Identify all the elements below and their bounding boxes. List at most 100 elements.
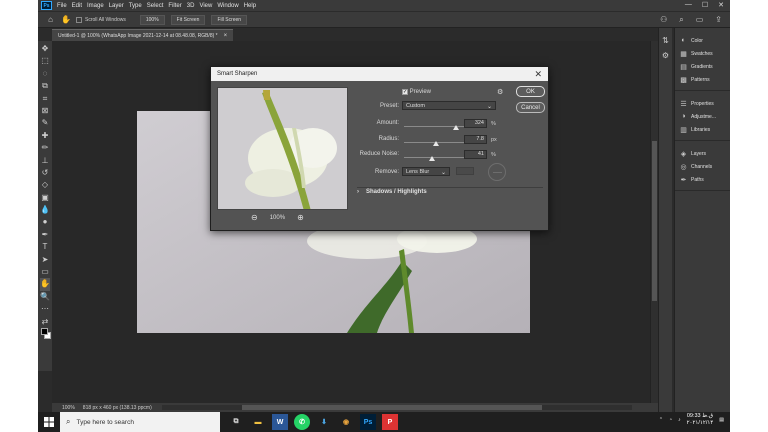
file-explorer-icon[interactable]: ▬ bbox=[250, 414, 266, 430]
document-tab[interactable]: Untitled-1 @ 100% (WhatsApp Image 2021-1… bbox=[52, 29, 234, 41]
menu-image[interactable]: Image bbox=[87, 3, 104, 9]
scroll-all-windows-checkbox[interactable] bbox=[76, 16, 82, 23]
history-brush-tool-icon[interactable]: ↺ bbox=[40, 167, 50, 179]
object-select-tool-icon[interactable]: ⧉ bbox=[40, 80, 50, 92]
taskbar-clock[interactable]: 09:33 ق.ظ ۲۰۲۱/۱۲/۱۴ bbox=[687, 413, 714, 427]
frame-tool-icon[interactable]: ⊠ bbox=[40, 105, 50, 117]
home-icon[interactable]: ⌂ bbox=[46, 15, 55, 24]
move-tool-icon[interactable]: ✥ bbox=[40, 43, 50, 55]
more-tools-icon[interactable]: ⋯ bbox=[40, 303, 50, 315]
zoom-in-icon[interactable]: ⊕ bbox=[297, 213, 304, 222]
dialog-close-icon[interactable]: ✕ bbox=[534, 69, 542, 79]
amount-slider-thumb[interactable] bbox=[453, 125, 459, 130]
reduce-noise-slider-thumb[interactable] bbox=[429, 156, 435, 161]
chrome-icon[interactable]: ◉ bbox=[338, 414, 354, 430]
vertical-scrollbar[interactable] bbox=[650, 41, 658, 403]
preset-dropdown[interactable]: Custom ⌄ bbox=[402, 101, 496, 110]
menu-view[interactable]: View bbox=[199, 3, 212, 9]
zoom-out-icon[interactable]: ⊖ bbox=[251, 213, 258, 222]
shadows-highlights-chevron-icon[interactable]: › bbox=[357, 189, 359, 195]
path-select-tool-icon[interactable]: ➤ bbox=[40, 254, 50, 266]
fill-screen-button[interactable]: Fill Screen bbox=[211, 14, 248, 25]
radius-slider-thumb[interactable] bbox=[433, 141, 439, 146]
menu-window[interactable]: Window bbox=[217, 3, 238, 9]
minimize-icon[interactable]: — bbox=[685, 1, 692, 9]
panel-channels[interactable]: ◎ Channels bbox=[675, 160, 730, 173]
start-button[interactable] bbox=[38, 412, 60, 432]
search-icon[interactable]: ⌕ bbox=[679, 15, 683, 25]
tray-chevron-icon[interactable]: ⌃ bbox=[659, 417, 663, 423]
cancel-button[interactable]: Cancel bbox=[516, 102, 545, 113]
notifications-icon[interactable]: ▤ bbox=[719, 417, 724, 423]
hand-tool-icon[interactable]: ✋ bbox=[61, 15, 71, 24]
brush-tool-icon[interactable]: ✏ bbox=[40, 142, 50, 154]
panel-gradients[interactable]: ▤ Gradients bbox=[675, 60, 730, 73]
panel-layers[interactable]: ◈ Layers bbox=[675, 147, 730, 160]
panel-paths[interactable]: ✒ Paths bbox=[675, 173, 730, 186]
lasso-tool-icon[interactable]: ◌ bbox=[40, 68, 50, 80]
radius-input[interactable]: 7.8 bbox=[464, 135, 487, 144]
whatsapp-icon[interactable]: ✆ bbox=[294, 414, 310, 430]
task-view-icon[interactable]: ⧉ bbox=[228, 414, 244, 430]
panel-patterns[interactable]: ▩ Patterns bbox=[675, 73, 730, 86]
close-tab-icon[interactable]: × bbox=[224, 33, 228, 39]
menu-select[interactable]: Select bbox=[147, 3, 164, 9]
status-zoom[interactable]: 100% bbox=[62, 405, 75, 411]
panel-libraries[interactable]: ▥ Libraries bbox=[675, 123, 730, 136]
menu-3d[interactable]: 3D bbox=[187, 3, 195, 9]
zoom-100-button[interactable]: 100% bbox=[139, 14, 165, 25]
pen-tool-icon[interactable]: ✒ bbox=[40, 229, 50, 241]
crop-tool-icon[interactable]: ⌗ bbox=[40, 93, 50, 105]
zoom-tool-icon[interactable]: 🔍 bbox=[40, 291, 50, 303]
eyedropper-tool-icon[interactable]: ✎ bbox=[40, 117, 50, 129]
panel-adjustments[interactable]: ◑ Adjustme... bbox=[675, 110, 730, 123]
marquee-tool-icon[interactable]: ⬚ bbox=[40, 55, 50, 67]
history-panel-icon[interactable]: ⇅ bbox=[662, 36, 669, 45]
photoshop-taskbar-icon[interactable]: Ps bbox=[360, 414, 376, 430]
clone-stamp-tool-icon[interactable]: ⊥ bbox=[40, 155, 50, 167]
workspace-icon[interactable]: ▭ bbox=[696, 15, 704, 25]
word-icon[interactable]: W bbox=[272, 414, 288, 430]
menu-file[interactable]: File bbox=[57, 3, 67, 9]
download-manager-icon[interactable]: ⬇ bbox=[316, 414, 332, 430]
panel-properties[interactable]: ☰ Properties bbox=[675, 97, 730, 110]
share-icon[interactable]: ⚇ bbox=[660, 15, 667, 25]
foreground-color-swatch[interactable] bbox=[41, 328, 48, 335]
menu-layer[interactable]: Layer bbox=[109, 3, 124, 9]
network-icon[interactable]: ◔ bbox=[669, 417, 672, 423]
amount-input[interactable]: 324 bbox=[464, 119, 487, 128]
volume-icon[interactable]: ♪ bbox=[678, 417, 681, 423]
menu-type[interactable]: Type bbox=[129, 3, 142, 9]
share-image-icon[interactable]: ⇪ bbox=[715, 15, 722, 25]
menu-edit[interactable]: Edit bbox=[72, 3, 82, 9]
horizontal-scroll-thumb[interactable] bbox=[242, 405, 542, 410]
filter-preview[interactable] bbox=[217, 87, 348, 210]
gradient-tool-icon[interactable]: ▣ bbox=[40, 192, 50, 204]
blur-tool-icon[interactable]: 💧 bbox=[40, 204, 50, 216]
healing-brush-tool-icon[interactable]: ✚ bbox=[40, 130, 50, 142]
vertical-scroll-thumb[interactable] bbox=[652, 141, 657, 301]
panel-color[interactable]: ◐ Color bbox=[675, 34, 730, 47]
menu-filter[interactable]: Filter bbox=[168, 3, 181, 9]
fit-screen-button[interactable]: Fit Screen bbox=[170, 14, 206, 25]
reduce-noise-input[interactable]: 41 bbox=[464, 150, 487, 159]
dodge-tool-icon[interactable]: ● bbox=[40, 216, 50, 228]
settings-gear-icon[interactable]: ⚙ bbox=[497, 88, 503, 96]
type-tool-icon[interactable]: T bbox=[40, 241, 50, 253]
maximize-icon[interactable]: ☐ bbox=[702, 1, 708, 9]
menu-help[interactable]: Help bbox=[244, 3, 256, 9]
eraser-tool-icon[interactable]: ◇ bbox=[40, 179, 50, 191]
ok-button[interactable]: OK bbox=[516, 86, 545, 97]
status-document-info[interactable]: 818 px x 460 px (138.13 ppcm) bbox=[83, 405, 152, 411]
hand-tool-icon[interactable]: ✋ bbox=[40, 278, 50, 291]
taskbar-search[interactable]: ⌕ Type here to search bbox=[60, 412, 220, 432]
pdf-app-icon[interactable]: P bbox=[382, 414, 398, 430]
rectangle-tool-icon[interactable]: ▭ bbox=[40, 266, 50, 278]
edit-toolbar-icon[interactable]: ⇄ bbox=[40, 316, 50, 328]
remove-dropdown[interactable]: Lens Blur ⌄ bbox=[402, 167, 450, 176]
brush-settings-icon[interactable]: ⚙ bbox=[662, 51, 669, 60]
horizontal-scrollbar[interactable] bbox=[162, 405, 632, 410]
close-icon[interactable]: ✕ bbox=[718, 1, 724, 9]
panel-swatches[interactable]: ▦ Swatches bbox=[675, 47, 730, 60]
shadows-highlights-section[interactable]: Shadows / Highlights bbox=[366, 189, 427, 195]
